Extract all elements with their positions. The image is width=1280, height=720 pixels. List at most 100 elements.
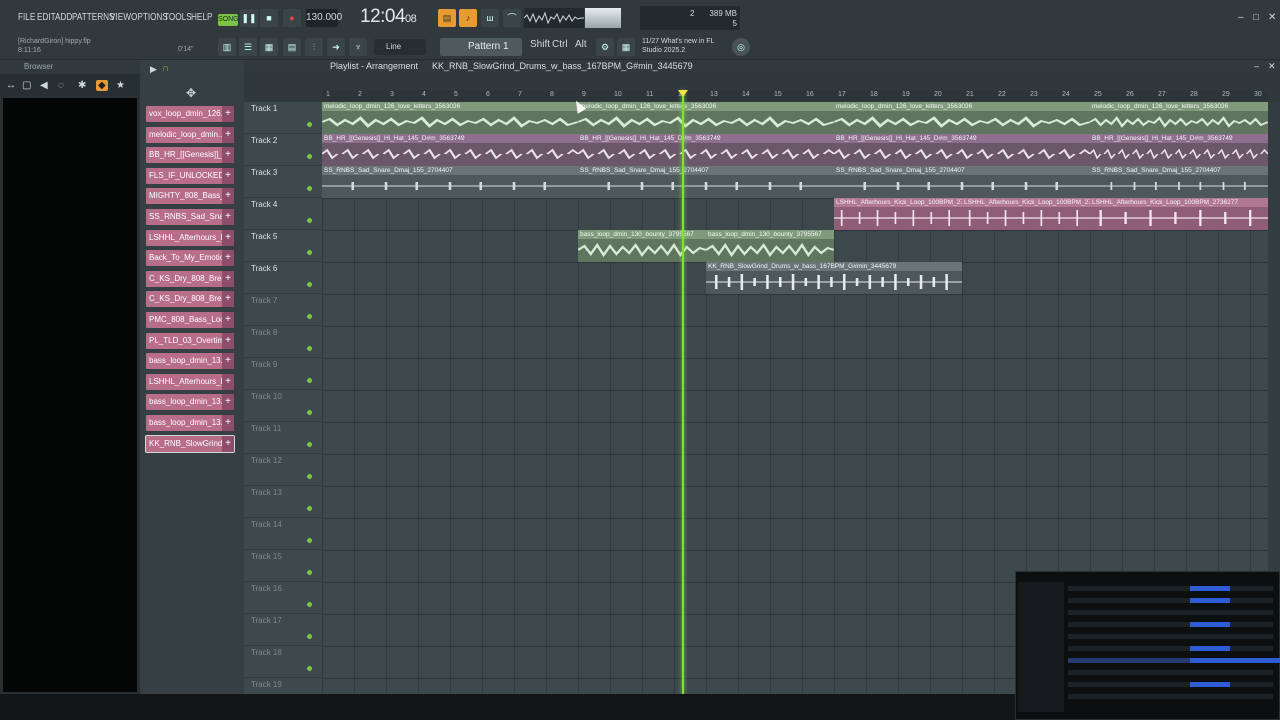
clip-track1-c[interactable]: melodic_loop_dmin_126_love_letters_35630… [834, 102, 1090, 134]
clip-track2-b[interactable]: BB_HR_[[Genesis]]_Hi_Hat_145_D#m_3563749 [578, 134, 834, 166]
track-header[interactable]: Track 16 [244, 582, 322, 614]
picker-item[interactable]: LSHHL_Afterhours_Ki... + [146, 373, 234, 390]
playhead[interactable] [682, 90, 684, 694]
clip-track3-a[interactable]: SS_RNBS_Sad_Snare_Dmaj_155_2704407 [322, 166, 578, 198]
playhead-marker-icon[interactable] [678, 90, 688, 97]
clip-track3-b[interactable]: SS_RNBS_Sad_Snare_Dmaj_155_2704407 [578, 166, 834, 198]
track-enable-led[interactable] [307, 378, 312, 383]
add-icon[interactable]: + [222, 373, 234, 390]
clip-track4-a[interactable]: LSHHL_Afterhours_Kick_Loop_100BPM_273627… [834, 198, 962, 230]
menu-add[interactable]: ADD [55, 12, 72, 23]
record-button[interactable]: ● [283, 9, 301, 27]
add-icon[interactable]: + [222, 435, 234, 452]
timeline-ruler[interactable]: 1234567891011121314151617181920212223242… [322, 90, 1268, 101]
picker-item[interactable]: PMC_808_Bass_Loo... + [146, 312, 234, 328]
picker-item[interactable]: bass_loop_dmin_13... + [146, 394, 234, 411]
picker-item[interactable]: KK_RNB_SlowGrind_... + [145, 434, 235, 453]
track-enable-led[interactable] [307, 538, 312, 543]
track-enable-led[interactable] [307, 570, 312, 575]
picker-item[interactable]: bass_loop_dmin_13... + [146, 353, 234, 370]
clip-track1-b[interactable]: melodic_loop_dmin_126_love_letters_35630… [578, 102, 834, 134]
wait-input-button[interactable]: ш [481, 9, 499, 27]
clip-track6[interactable]: KK_RNB_SlowGrind_Drums_w_bass_167BPM_G#m… [706, 262, 962, 294]
picker-item[interactable]: melodic_loop_dmin... + [146, 126, 234, 143]
track-header[interactable]: Track 10 [244, 390, 322, 422]
track-enable-led[interactable] [307, 314, 312, 319]
picker-item[interactable]: vox_loop_dmin_126... + [146, 106, 234, 122]
news-button[interactable]: ▦ [617, 38, 635, 56]
settings-icon[interactable]: ✱ [78, 80, 86, 91]
mic-button[interactable]: ♆ [349, 38, 367, 56]
track-enable-led[interactable] [307, 634, 312, 639]
clip-track5-b[interactable]: bass_loop_dmin_130_bounty_3795567 [706, 230, 834, 262]
track-enable-led[interactable] [307, 250, 312, 255]
snap-select[interactable]: Line [374, 39, 426, 55]
settings-button[interactable]: ⚙ [596, 38, 614, 56]
track-header[interactable]: Track 3 [244, 166, 322, 198]
add-icon[interactable]: + [222, 229, 234, 246]
menu-file[interactable]: FILE [18, 12, 35, 23]
shift-modifier[interactable]: Shift [530, 39, 550, 50]
add-icon[interactable]: + [222, 188, 234, 205]
track-header[interactable]: Track 11 [244, 422, 322, 454]
clip-track3-c[interactable]: SS_RNBS_Sad_Snare_Dmaj_155_2704407 [834, 166, 1090, 198]
collapse-icon[interactable]: ↔ [6, 80, 16, 91]
menu-edit[interactable]: EDIT [37, 12, 56, 23]
track-header[interactable]: Track 4 [244, 198, 322, 230]
track-header[interactable]: Track 7 [244, 294, 322, 326]
track-enable-led[interactable] [307, 282, 312, 287]
add-icon[interactable]: + [222, 415, 234, 431]
picker-item[interactable]: MIGHTY_808_Bass_(1... + [146, 188, 234, 205]
picker-item[interactable]: FLS_IF_UNLOCKED_[[... + [146, 167, 234, 184]
add-icon[interactable]: + [222, 270, 234, 287]
clip-track2-d[interactable]: BB_HR_[[Genesis]]_Hi_Hat_145_D#m_3563749 [1090, 134, 1268, 166]
add-icon[interactable]: + [222, 106, 234, 122]
menu-tools[interactable]: TOOLS [164, 12, 192, 23]
track-enable-led[interactable] [307, 410, 312, 415]
picker-item[interactable]: BB_HR_[[Genesis]]_... + [146, 147, 234, 164]
picker-item[interactable]: Back_To_My_Emotio... + [146, 250, 234, 267]
track-enable-led[interactable] [307, 474, 312, 479]
news-panel[interactable]: 11/27 What's new in FL Studio 2025.2 [642, 37, 714, 55]
track-header[interactable]: Track 13 [244, 486, 322, 518]
piano-roll-button[interactable]: ▦ [260, 38, 278, 56]
picker-item[interactable]: C_KS_Dry_808_Break... + [146, 291, 234, 308]
picker-item[interactable]: bass_loop_dmin_13... + [146, 415, 234, 431]
add-icon[interactable]: + [222, 167, 234, 184]
clip-track1-d[interactable]: melodic_loop_dmin_126_love_letters_35630… [1090, 102, 1268, 134]
track-enable-led[interactable] [307, 122, 312, 127]
track-enable-led[interactable] [307, 602, 312, 607]
mixer-button[interactable]: ▥ [218, 38, 236, 56]
menu-patterns[interactable]: PATTERNS [72, 12, 115, 23]
stop-button[interactable]: ■ [260, 9, 278, 27]
clip-track2-c[interactable]: BB_HR_[[Genesis]]_Hi_Hat_145_D#m_3563749 [834, 134, 1090, 166]
clip-track4-b[interactable]: LSHHL_Afterhours_Kick_Loop_100BPM_273627… [962, 198, 1090, 230]
clip-track1-a[interactable]: melodic_loop_dmin_126_love_letters_35630… [322, 102, 578, 134]
track-header[interactable]: Track 15 [244, 550, 322, 582]
playlist-button[interactable]: ▤ [283, 38, 301, 56]
maximize-icon[interactable]: □ [1253, 12, 1259, 23]
add-icon[interactable]: + [222, 250, 234, 267]
track-enable-led[interactable] [307, 442, 312, 447]
picker-item[interactable]: LSHHL_Afterhours_Ki... + [146, 229, 234, 246]
channel-rack-button[interactable]: ☰ [239, 38, 257, 56]
add-icon[interactable]: + [222, 147, 234, 164]
play-button[interactable]: ❚❚ [240, 9, 258, 27]
track-enable-led[interactable] [307, 218, 312, 223]
track-header[interactable]: Track 5 [244, 230, 322, 262]
track-enable-led[interactable] [307, 506, 312, 511]
track-enable-led[interactable] [307, 154, 312, 159]
menu-help[interactable]: HELP [191, 12, 212, 23]
plugin-button[interactable]: ⫶ [305, 38, 323, 56]
forward-icon[interactable]: ◌ [58, 80, 64, 91]
minimize-icon[interactable]: – [1238, 12, 1244, 23]
add-icon[interactable]: + [222, 209, 234, 225]
tempo-display[interactable]: 130.000 [306, 9, 342, 27]
clip-track5-a[interactable]: bass_loop_dmin_130_bounty_3795567 [578, 230, 706, 262]
menu-view[interactable]: VIEW [110, 12, 131, 23]
metronome-button[interactable]: ▤ [438, 9, 456, 27]
play-icon[interactable]: ▶ [150, 64, 157, 75]
file-icon[interactable]: ▢ [22, 80, 31, 91]
picker-item[interactable]: PL_TLD_03_Overtime... + [146, 332, 234, 349]
track-header[interactable]: Track 18 [244, 646, 322, 678]
